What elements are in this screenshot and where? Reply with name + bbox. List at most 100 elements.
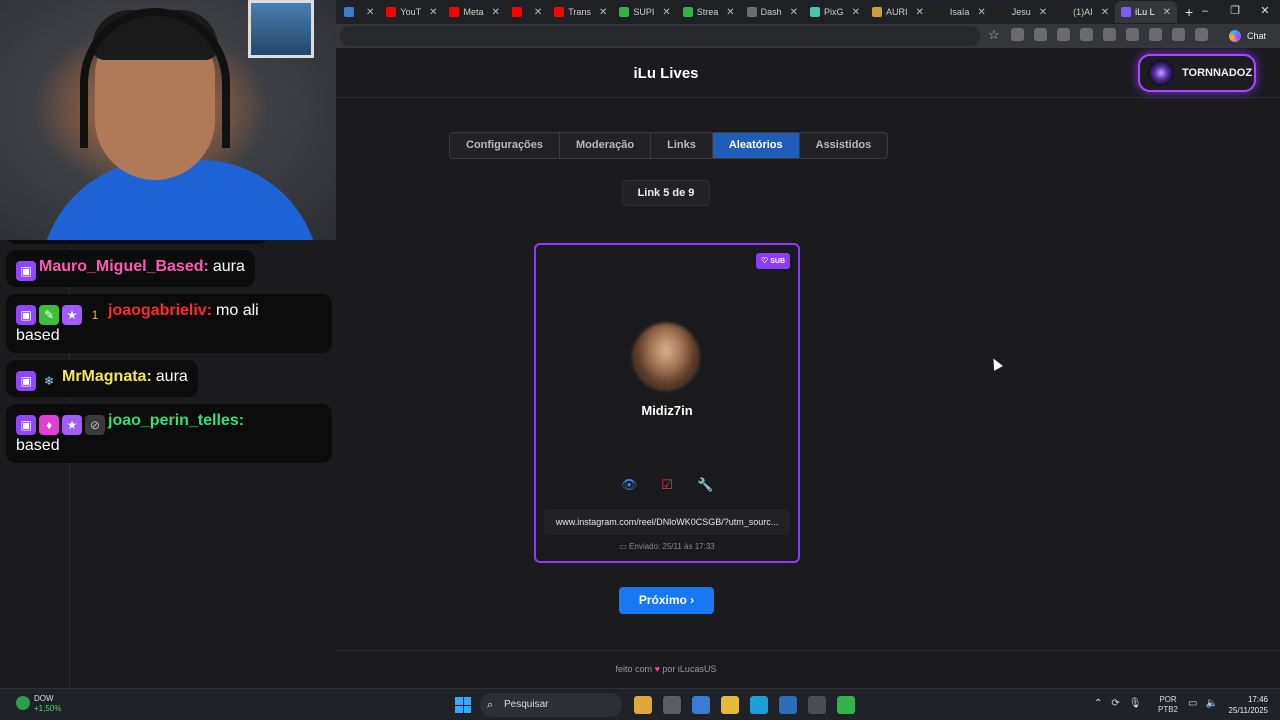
- tab-favicon-icon: [449, 7, 460, 17]
- sync-icon[interactable]: ⟳: [1111, 698, 1119, 709]
- browser-tab[interactable]: Meta ✕: [443, 1, 505, 23]
- widget-label: DOW: [34, 694, 54, 703]
- browser-tab[interactable]: SUPI ✕: [613, 1, 676, 23]
- close-tab-icon[interactable]: ✕: [599, 7, 607, 18]
- tab-label: PixG: [824, 7, 844, 17]
- close-tab-icon[interactable]: ✕: [1101, 7, 1109, 18]
- close-tab-icon[interactable]: ✕: [366, 7, 374, 18]
- close-tab-icon[interactable]: ✕: [1163, 7, 1171, 18]
- chat-username[interactable]: joaogabrieliv:: [108, 302, 212, 319]
- twitch-badge-icon: ▣: [16, 305, 36, 325]
- tab-favicon-icon: [1059, 7, 1070, 17]
- store-app-icon[interactable]: [779, 696, 797, 714]
- wrench-icon[interactable]: 🔧: [697, 477, 713, 493]
- tab-label: (1)AI: [1073, 7, 1093, 17]
- stocks-widget[interactable]: DOW +1,50%: [14, 694, 61, 714]
- twitch-badge-icon: ▣: [16, 415, 36, 435]
- extension-icon[interactable]: [1080, 28, 1093, 41]
- widgets-app-icon[interactable]: [634, 696, 652, 714]
- tab-favicon-icon: [1121, 7, 1132, 17]
- chevron-up-icon[interactable]: ⌃: [1094, 698, 1102, 709]
- next-button[interactable]: Próximo ›: [619, 587, 714, 614]
- windows-start-icon[interactable]: [455, 697, 471, 713]
- browser-tab[interactable]: (1)AI ✕: [1053, 1, 1115, 23]
- check-square-icon[interactable]: ☑: [661, 477, 673, 493]
- favorite-star-icon[interactable]: ☆: [988, 28, 1001, 41]
- sent-timestamp: ▭ Enviado: 25/11 às 17:33: [536, 542, 798, 551]
- browser-tab[interactable]: Jesu ✕: [992, 1, 1053, 23]
- more-icon[interactable]: [1195, 28, 1208, 41]
- close-tab-icon[interactable]: ✕: [977, 7, 985, 18]
- close-window-button[interactable]: ✕: [1250, 0, 1280, 22]
- link-url[interactable]: www.instagram.com/reel/DNloWK0CSGB/?utm_…: [544, 509, 790, 535]
- chat-username[interactable]: joao_perin_telles:: [108, 412, 244, 429]
- windows-taskbar: DOW +1,50% ⌕ Pesquisar ⌃ ⟳ 🎙 POR PTB2 ▭ …: [0, 688, 1280, 720]
- browser-tab[interactable]: Trans ✕: [548, 1, 613, 23]
- volume-icon[interactable]: 🔈: [1205, 698, 1217, 709]
- tab-favicon-icon: [682, 7, 693, 17]
- maximize-button[interactable]: ❐: [1220, 0, 1250, 22]
- username-label: TORNNADOZ: [1182, 67, 1253, 79]
- close-tab-icon[interactable]: ✕: [429, 7, 437, 18]
- tab-assistidos[interactable]: Assistidos: [800, 133, 888, 158]
- task-view-icon[interactable]: [663, 696, 681, 714]
- close-tab-icon[interactable]: ✕: [491, 7, 499, 18]
- browser-tab[interactable]: Isaía ✕: [930, 1, 992, 23]
- tab-label: YouT: [400, 7, 422, 17]
- app-icon[interactable]: [837, 696, 855, 714]
- browser-tab[interactable]: Strea ✕: [677, 1, 741, 23]
- tab-favicon-icon: [935, 7, 946, 17]
- network-icon[interactable]: ▭: [1188, 698, 1197, 709]
- close-tab-icon[interactable]: ✕: [662, 7, 670, 18]
- close-tab-icon[interactable]: ✕: [915, 7, 923, 18]
- browser-tab[interactable]: PixG ✕: [804, 1, 866, 23]
- extension-icon[interactable]: [1034, 28, 1047, 41]
- user-profile-chip[interactable]: TORNNADOZ: [1138, 54, 1256, 92]
- close-tab-icon[interactable]: ✕: [852, 7, 860, 18]
- taskbar-search[interactable]: ⌕ Pesquisar: [480, 693, 622, 717]
- tab-favicon-icon: [386, 7, 397, 17]
- browser-extension-icons: ☆: [988, 28, 1208, 41]
- chat-message: ▣ ✎ ★ 1 joaogabrieliv: mo ali based: [6, 294, 332, 353]
- copilot-chat-button[interactable]: Chat: [1223, 27, 1272, 45]
- tab-configuracoes[interactable]: Configurações: [450, 133, 561, 158]
- browser-tab[interactable]: Dash ✕: [741, 1, 804, 23]
- edge-browser-icon[interactable]: [750, 696, 768, 714]
- close-tab-icon[interactable]: ✕: [534, 7, 542, 18]
- close-tab-icon[interactable]: ✕: [726, 7, 734, 18]
- footer: feito com ♥ por iLucasUS: [336, 650, 1280, 688]
- browser-tab[interactable]: iLu L ✕: [1115, 1, 1177, 23]
- chat-message: ▣ ♦ ★ ⊘ joao_perin_telles: based: [6, 404, 332, 463]
- extension-icon[interactable]: [1103, 28, 1116, 41]
- language-indicator[interactable]: POR PTB2: [1158, 695, 1178, 715]
- tab-links[interactable]: Links: [651, 133, 713, 158]
- close-tab-icon[interactable]: ✕: [790, 7, 798, 18]
- minimize-button[interactable]: –: [1190, 0, 1220, 22]
- extension-icon[interactable]: [1057, 28, 1070, 41]
- profile-icon[interactable]: [1172, 28, 1185, 41]
- favorites-icon[interactable]: [1126, 28, 1139, 41]
- chat-username[interactable]: MrMagnata:: [62, 368, 152, 385]
- obs-app-icon[interactable]: [808, 696, 826, 714]
- clock[interactable]: 17:46 25/11/2025: [1222, 694, 1268, 716]
- sub-badge-label: SUB: [770, 258, 785, 265]
- twitch-badge-icon: ▣: [16, 371, 36, 391]
- browser-tab[interactable]: ✕: [506, 1, 548, 23]
- link-card: ♡ SUB Midiz7in 👁 ☑ 🔧 www.instagram.com/re…: [534, 243, 800, 563]
- extension-icon[interactable]: [1011, 28, 1024, 41]
- copilot-app-icon[interactable]: [692, 696, 710, 714]
- chat-username[interactable]: Mauro_Miguel_Based:: [39, 258, 209, 275]
- address-bar[interactable]: [340, 26, 980, 46]
- clock-date: 25/11/2025: [1228, 706, 1268, 715]
- tab-aleatorios[interactable]: Aleatórios: [712, 133, 800, 158]
- browser-tab[interactable]: AURI ✕: [866, 1, 930, 23]
- browser-tab[interactable]: YouT ✕: [380, 1, 443, 23]
- close-tab-icon[interactable]: ✕: [1039, 7, 1047, 18]
- chat-message-row: ▣ ♦ ★ ⊘ joao_perin_telles: based: [6, 404, 332, 463]
- eye-icon[interactable]: 👁: [621, 477, 638, 493]
- download-icon[interactable]: [1149, 28, 1162, 41]
- microphone-icon[interactable]: 🎙: [1129, 698, 1142, 709]
- browser-tab[interactable]: ✕: [338, 1, 380, 23]
- tab-moderacao[interactable]: Moderação: [560, 133, 652, 158]
- file-explorer-icon[interactable]: [721, 696, 739, 714]
